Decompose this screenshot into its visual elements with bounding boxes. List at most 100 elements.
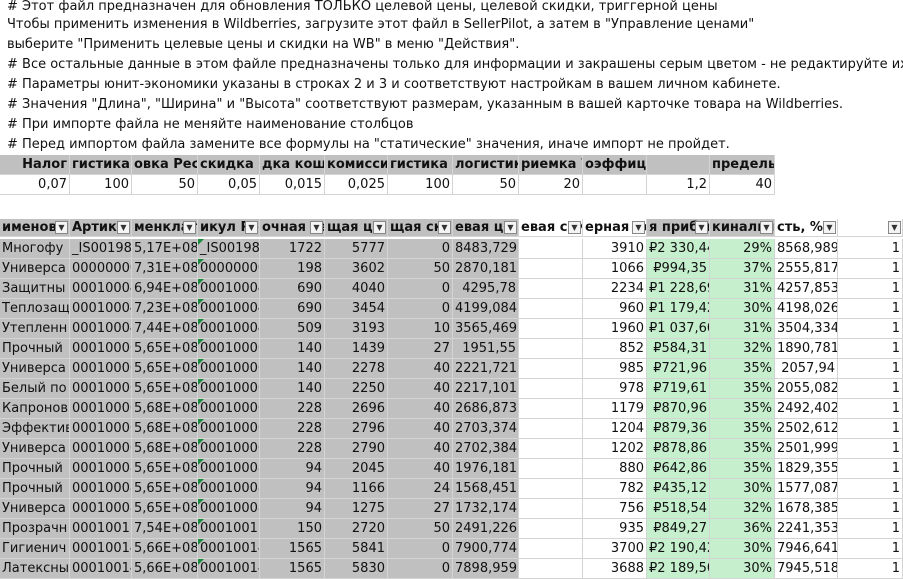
table-cell[interactable]: 000100042 (198, 299, 260, 319)
table-cell[interactable]: 2241,353 (775, 519, 838, 539)
table-cell[interactable]: 1 (838, 319, 903, 339)
table-cell[interactable]: 1565 (260, 539, 325, 559)
table-cell[interactable]: 000100061 (70, 359, 132, 379)
filter-dropdown-icon[interactable]: ▼ (632, 221, 645, 234)
table-cell[interactable]: 5841 (325, 539, 388, 559)
params-header-cell[interactable]: комиссия (325, 155, 388, 175)
table-cell[interactable]: 1890,781 (775, 339, 838, 359)
table-cell[interactable]: 1 (838, 519, 903, 539)
table-cell[interactable]: ₽870,96 (647, 399, 710, 419)
table-cell[interactable]: 4198,026 (775, 299, 838, 319)
table-cell[interactable]: Многофу (0, 239, 70, 259)
table-cell[interactable]: 7,44E+08 (132, 319, 198, 339)
table-cell[interactable]: 35% (710, 359, 775, 379)
table-cell[interactable] (519, 419, 583, 439)
table-cell[interactable]: 150 (260, 519, 325, 539)
table-cell[interactable]: ₽1 228,69 (647, 279, 710, 299)
filter-dropdown-icon[interactable]: ▼ (823, 221, 836, 234)
table-cell[interactable]: 7900,774 (453, 539, 519, 559)
table-cell[interactable]: 35% (710, 439, 775, 459)
table-cell[interactable]: 985 (583, 359, 647, 379)
table-cell[interactable]: 50 (388, 519, 453, 539)
table-cell[interactable]: 000100145 (70, 539, 132, 559)
table-cell[interactable]: 0 (388, 559, 453, 579)
table-cell[interactable] (519, 379, 583, 399)
column-header[interactable]: я прибы ▼ (647, 219, 710, 237)
table-cell[interactable]: Универса (0, 359, 70, 379)
table-cell[interactable]: 782 (583, 479, 647, 499)
table-cell[interactable]: ₽1 037,60 (647, 319, 710, 339)
table-cell[interactable]: 32% (710, 339, 775, 359)
table-cell[interactable]: 000100111 (70, 519, 132, 539)
filter-dropdown-icon[interactable]: ▼ (568, 221, 581, 234)
table-cell[interactable]: ₽1 179,42 (647, 299, 710, 319)
table-cell[interactable]: 198 (260, 259, 325, 279)
table-cell[interactable]: 35% (710, 379, 775, 399)
table-cell[interactable]: 3565,469 (453, 319, 519, 339)
table-cell[interactable]: 140 (260, 339, 325, 359)
table-cell[interactable]: 000100061 (198, 339, 260, 359)
table-cell[interactable]: 40 (388, 439, 453, 459)
table-cell[interactable]: 000100064 (70, 439, 132, 459)
filter-dropdown-icon[interactable]: ▼ (504, 221, 517, 234)
table-cell[interactable]: 1 (838, 439, 903, 459)
params-value-cell[interactable] (583, 175, 647, 195)
filter-dropdown-icon[interactable]: ▼ (245, 221, 258, 234)
table-cell[interactable]: 2492,402 (775, 399, 838, 419)
table-cell[interactable]: 3504,334 (775, 319, 838, 339)
table-cell[interactable]: _IS001981 (198, 239, 260, 259)
table-cell[interactable]: 2217,101 (453, 379, 519, 399)
table-cell[interactable]: 000100042 (70, 299, 132, 319)
table-cell[interactable]: 94 (260, 479, 325, 499)
table-cell[interactable] (519, 399, 583, 419)
params-value-cell[interactable]: 0,05 (198, 175, 260, 195)
table-cell[interactable]: 1 (838, 539, 903, 559)
table-cell[interactable]: 000000000 (70, 259, 132, 279)
table-cell[interactable]: 31% (710, 319, 775, 339)
table-cell[interactable]: 7946,641 (775, 539, 838, 559)
table-cell[interactable]: 1565 (260, 559, 325, 579)
table-cell[interactable]: 000100048 (198, 319, 260, 339)
table-cell[interactable] (519, 499, 583, 519)
table-cell[interactable]: 2278 (325, 359, 388, 379)
table-cell[interactable]: 1066 (583, 259, 647, 279)
table-cell[interactable]: 37% (710, 259, 775, 279)
table-cell[interactable]: 000100081 (70, 459, 132, 479)
table-cell[interactable]: 35% (710, 459, 775, 479)
table-cell[interactable]: 2555,817 (775, 259, 838, 279)
table-cell[interactable]: 50 (388, 259, 453, 279)
table-cell[interactable]: 27 (388, 339, 453, 359)
table-cell[interactable] (519, 519, 583, 539)
table-cell[interactable]: 3910 (583, 239, 647, 259)
table-cell[interactable]: 5,17E+08 (132, 239, 198, 259)
table-cell[interactable]: 27 (388, 499, 453, 519)
table-cell[interactable]: 2870,181 (453, 259, 519, 279)
filter-dropdown-icon[interactable]: ▼ (117, 221, 130, 234)
table-cell[interactable]: Универса (0, 439, 70, 459)
table-cell[interactable]: 000100061 (198, 359, 260, 379)
table-cell[interactable]: 1439 (325, 339, 388, 359)
table-cell[interactable] (519, 539, 583, 559)
table-cell[interactable]: 3193 (325, 319, 388, 339)
table-cell[interactable]: 40 (388, 459, 453, 479)
table-cell[interactable]: 35% (710, 419, 775, 439)
table-cell[interactable]: ₽518,54 (647, 499, 710, 519)
column-header[interactable]: менклату▼ (132, 219, 198, 237)
params-value-cell[interactable]: 100 (388, 175, 453, 195)
table-cell[interactable] (519, 239, 583, 259)
table-cell[interactable]: Капронов (0, 399, 70, 419)
params-header-cell[interactable]: дка кошел (260, 155, 325, 175)
table-cell[interactable]: 5777 (325, 239, 388, 259)
params-header-cell[interactable]: гистика Ресе (70, 155, 132, 175)
params-header-cell[interactable]: логистика (453, 155, 519, 175)
table-cell[interactable]: 5,65E+08 (132, 479, 198, 499)
params-value-cell[interactable]: 100 (70, 175, 132, 195)
table-cell[interactable]: 000100042 (70, 279, 132, 299)
table-cell[interactable]: 5,66E+08 (132, 539, 198, 559)
params-header-cell[interactable]: оэффициент увеличения (583, 155, 647, 175)
table-cell[interactable]: 1 (838, 339, 903, 359)
spreadsheet-grid[interactable]: Налоггистика Ресеовка Ресескидка СПдка к… (0, 155, 903, 579)
table-cell[interactable]: Теплозащ (0, 299, 70, 319)
table-cell[interactable]: 000100081 (198, 479, 260, 499)
filter-dropdown-icon[interactable]: ▼ (55, 221, 68, 234)
